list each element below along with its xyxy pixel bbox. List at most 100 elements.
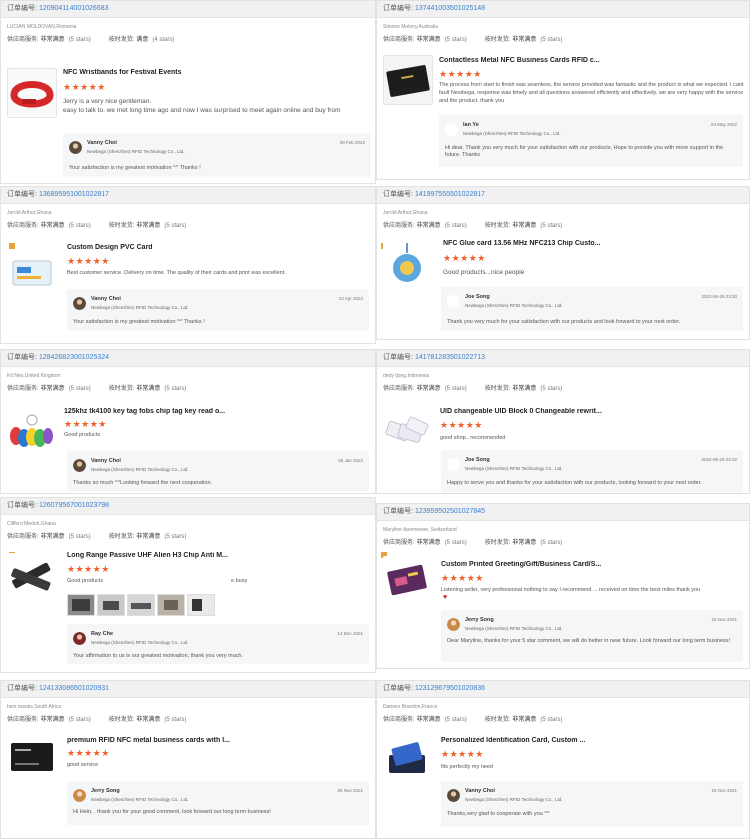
order-number-link[interactable]: 136895951001022817 [39, 191, 109, 198]
review-text: Best customer service. Delivery on time.… [67, 270, 286, 276]
reply-message: Your satisfaction is my greatest motivat… [73, 319, 205, 325]
product-title[interactable]: premium RFID NFC metal business cards wi… [67, 737, 367, 744]
product-thumbnail[interactable] [383, 733, 431, 781]
review-photo[interactable] [157, 594, 185, 616]
review-photo[interactable] [187, 594, 215, 616]
reply-date: 28 Feb 2022 [339, 140, 365, 145]
order-label: 订单编号: [383, 5, 413, 12]
review-card: 订单编号: 141997555501022817 Jerold Arthur,Gh… [376, 186, 750, 340]
product-title[interactable]: Long Range Passive UHF Alien H3 Chip Ant… [67, 552, 367, 559]
product-title[interactable]: Personalized Identification Card, Custom… [441, 737, 741, 744]
buyer-name: dedy tjong,Indonesia [383, 373, 430, 379]
order-number-bar: 订单编号: 123959502501027845 [377, 504, 749, 521]
service-label: 供应商服务: [7, 223, 39, 229]
ratings-row: 供应商服务: 非常满意 (5 stars) 按时发货: 非常满意 (5 stars) [7, 531, 375, 540]
avatar [447, 789, 460, 802]
order-number-link[interactable]: 141781283501022713 [415, 354, 485, 361]
buyer-name: Jerold Arthur,Ghana [7, 210, 52, 216]
buyer-name: LUCIAN MOLDOVAN,Romania [7, 24, 77, 30]
reply-message: Hi Hein, . thank you for your good comme… [73, 809, 271, 815]
service-label: 供应商服务: [7, 386, 39, 392]
product-thumbnail[interactable] [383, 55, 433, 105]
seller-reply: Joe Song Newbega (Shenzhen) RFID Technol… [441, 287, 743, 331]
product-title[interactable]: Custom Printed Greeting/Gift/Business Ca… [441, 561, 741, 568]
shipping-count: (5 stars) [164, 386, 187, 392]
order-number-link[interactable]: 141997555501022817 [415, 191, 485, 198]
avatar [73, 789, 86, 802]
order-label: 订单编号: [7, 5, 37, 12]
product-title[interactable]: 125khz tk4100 key tag fobs chip tag key … [64, 408, 367, 415]
product-title[interactable]: Custom Design PVC Card [67, 244, 367, 251]
product-title[interactable]: UID changeable UID Block 0 Changeable re… [440, 408, 741, 415]
key-fob-image [10, 414, 53, 447]
order-number-link[interactable]: 124133086501020931 [39, 685, 109, 692]
product-thumbnail[interactable] [383, 406, 431, 454]
metal-card-image [11, 743, 53, 771]
order-number-link[interactable]: 128426823001025324 [39, 354, 109, 361]
reply-date: 15 Nov 2021 [711, 617, 737, 622]
service-value: 非常满意 [40, 717, 65, 723]
review-photo[interactable] [127, 594, 155, 616]
star-rating: ★★★★★ [443, 253, 486, 263]
review-photo[interactable] [67, 594, 95, 616]
order-number-bar: 订单编号: 137441003501025148 [377, 1, 749, 18]
reply-company: Newbega (Shenzhen) RFID Technology Co., … [91, 305, 189, 310]
review-text: Jerry is a very nice gentleman. easy to … [63, 98, 341, 114]
review-card: 订单编号: 123129679501020836 Damien Bourdon,F… [376, 680, 750, 839]
avatar [73, 297, 86, 310]
star-rating: ★★★★★ [63, 82, 106, 92]
review-photo[interactable] [97, 594, 125, 616]
shipping-count: (5 stars) [540, 386, 563, 392]
service-label: 供应商服务: [383, 717, 415, 723]
product-thumbnail[interactable] [7, 553, 55, 601]
service-count: (5 stars) [68, 534, 91, 540]
order-label: 订单编号: [383, 508, 413, 515]
product-thumbnail[interactable] [7, 408, 55, 456]
product-title[interactable]: NFC Wristbands for Festival Events [63, 69, 367, 76]
product-thumbnail[interactable] [383, 239, 431, 287]
buyer-name: Maryline Apemewoe, Switzerland [383, 527, 457, 533]
product-title[interactable]: Contactless Metal NFC Business Cards RFI… [439, 57, 741, 64]
buyer-name: Kit Neo,United Kingdom [7, 373, 61, 379]
shipping-value: 非常满意 [512, 223, 537, 229]
order-number-link[interactable]: 126079567001023798 [39, 502, 109, 509]
service-label: 供应商服务: [383, 37, 415, 43]
reply-author: Jerry Song [91, 788, 120, 794]
product-thumbnail[interactable] [7, 733, 55, 781]
review-text: fits perfectly my need [441, 764, 493, 770]
shipping-count: (5 stars) [540, 540, 563, 546]
order-number-link[interactable]: 120904114001026683 [39, 5, 109, 12]
buyer-name: Simone Molony,Australia [383, 24, 438, 30]
service-value: 非常满意 [40, 534, 65, 540]
review-card: 订单编号: 136895951001022817 Jerold Arthur,Gh… [0, 186, 376, 344]
service-value: 非常满意 [416, 223, 441, 229]
review-text: The process from start to finish was sea… [439, 82, 744, 104]
review-text: Good products...nice people [443, 269, 525, 276]
shipping-label: 按时发货: [484, 37, 511, 43]
product-thumbnail[interactable] [7, 249, 55, 297]
product-thumbnail[interactable] [383, 556, 431, 604]
review-card: 订单编号: 124133086501020931 hein marais,Sout… [0, 680, 376, 839]
reply-message: Thanks so much ^^Looking forward the nex… [73, 480, 213, 486]
order-number-link[interactable]: 137441003501025148 [415, 5, 485, 12]
reply-author: Ian Ye [463, 122, 479, 128]
review-text: Listening seller, very professional noth… [441, 587, 701, 593]
reply-author: Vanny Choi [91, 458, 121, 464]
order-number-link[interactable]: 123959502501027845 [415, 508, 485, 515]
uid-card-image [385, 416, 429, 443]
seller-reply: Jerry Song Newbega (Shenzhen) RFID Techn… [67, 781, 369, 825]
product-title[interactable]: NFC Glue card 13.56 MHz NFC213 Chip Cust… [443, 240, 741, 247]
star-rating: ★★★★★ [67, 748, 110, 758]
reply-company: Newbega (Shenzhen) RFID Technology Co., … [465, 466, 563, 471]
order-number-link[interactable]: 123129679501020836 [415, 685, 485, 692]
reply-company: Newbega (Shenzhen) RFID Technology Co., … [465, 797, 563, 802]
heart-icon: ♥ [443, 594, 448, 601]
ratings-row: 供应商服务: 非常满意 (5 stars) 按时发货: 非常满意 (5 stars) [7, 383, 375, 392]
service-value: 非常满意 [40, 386, 65, 392]
order-number-bar: 订单编号: 141781283501022713 [377, 350, 749, 367]
seller-reply: Ian Ye Newbega (Shenzhen) RFID Technolog… [439, 115, 743, 167]
product-thumbnail[interactable] [7, 68, 57, 118]
service-value: 非常满意 [416, 386, 441, 392]
metal-card-image [384, 56, 432, 104]
reply-author: Vanny Choi [87, 140, 117, 146]
